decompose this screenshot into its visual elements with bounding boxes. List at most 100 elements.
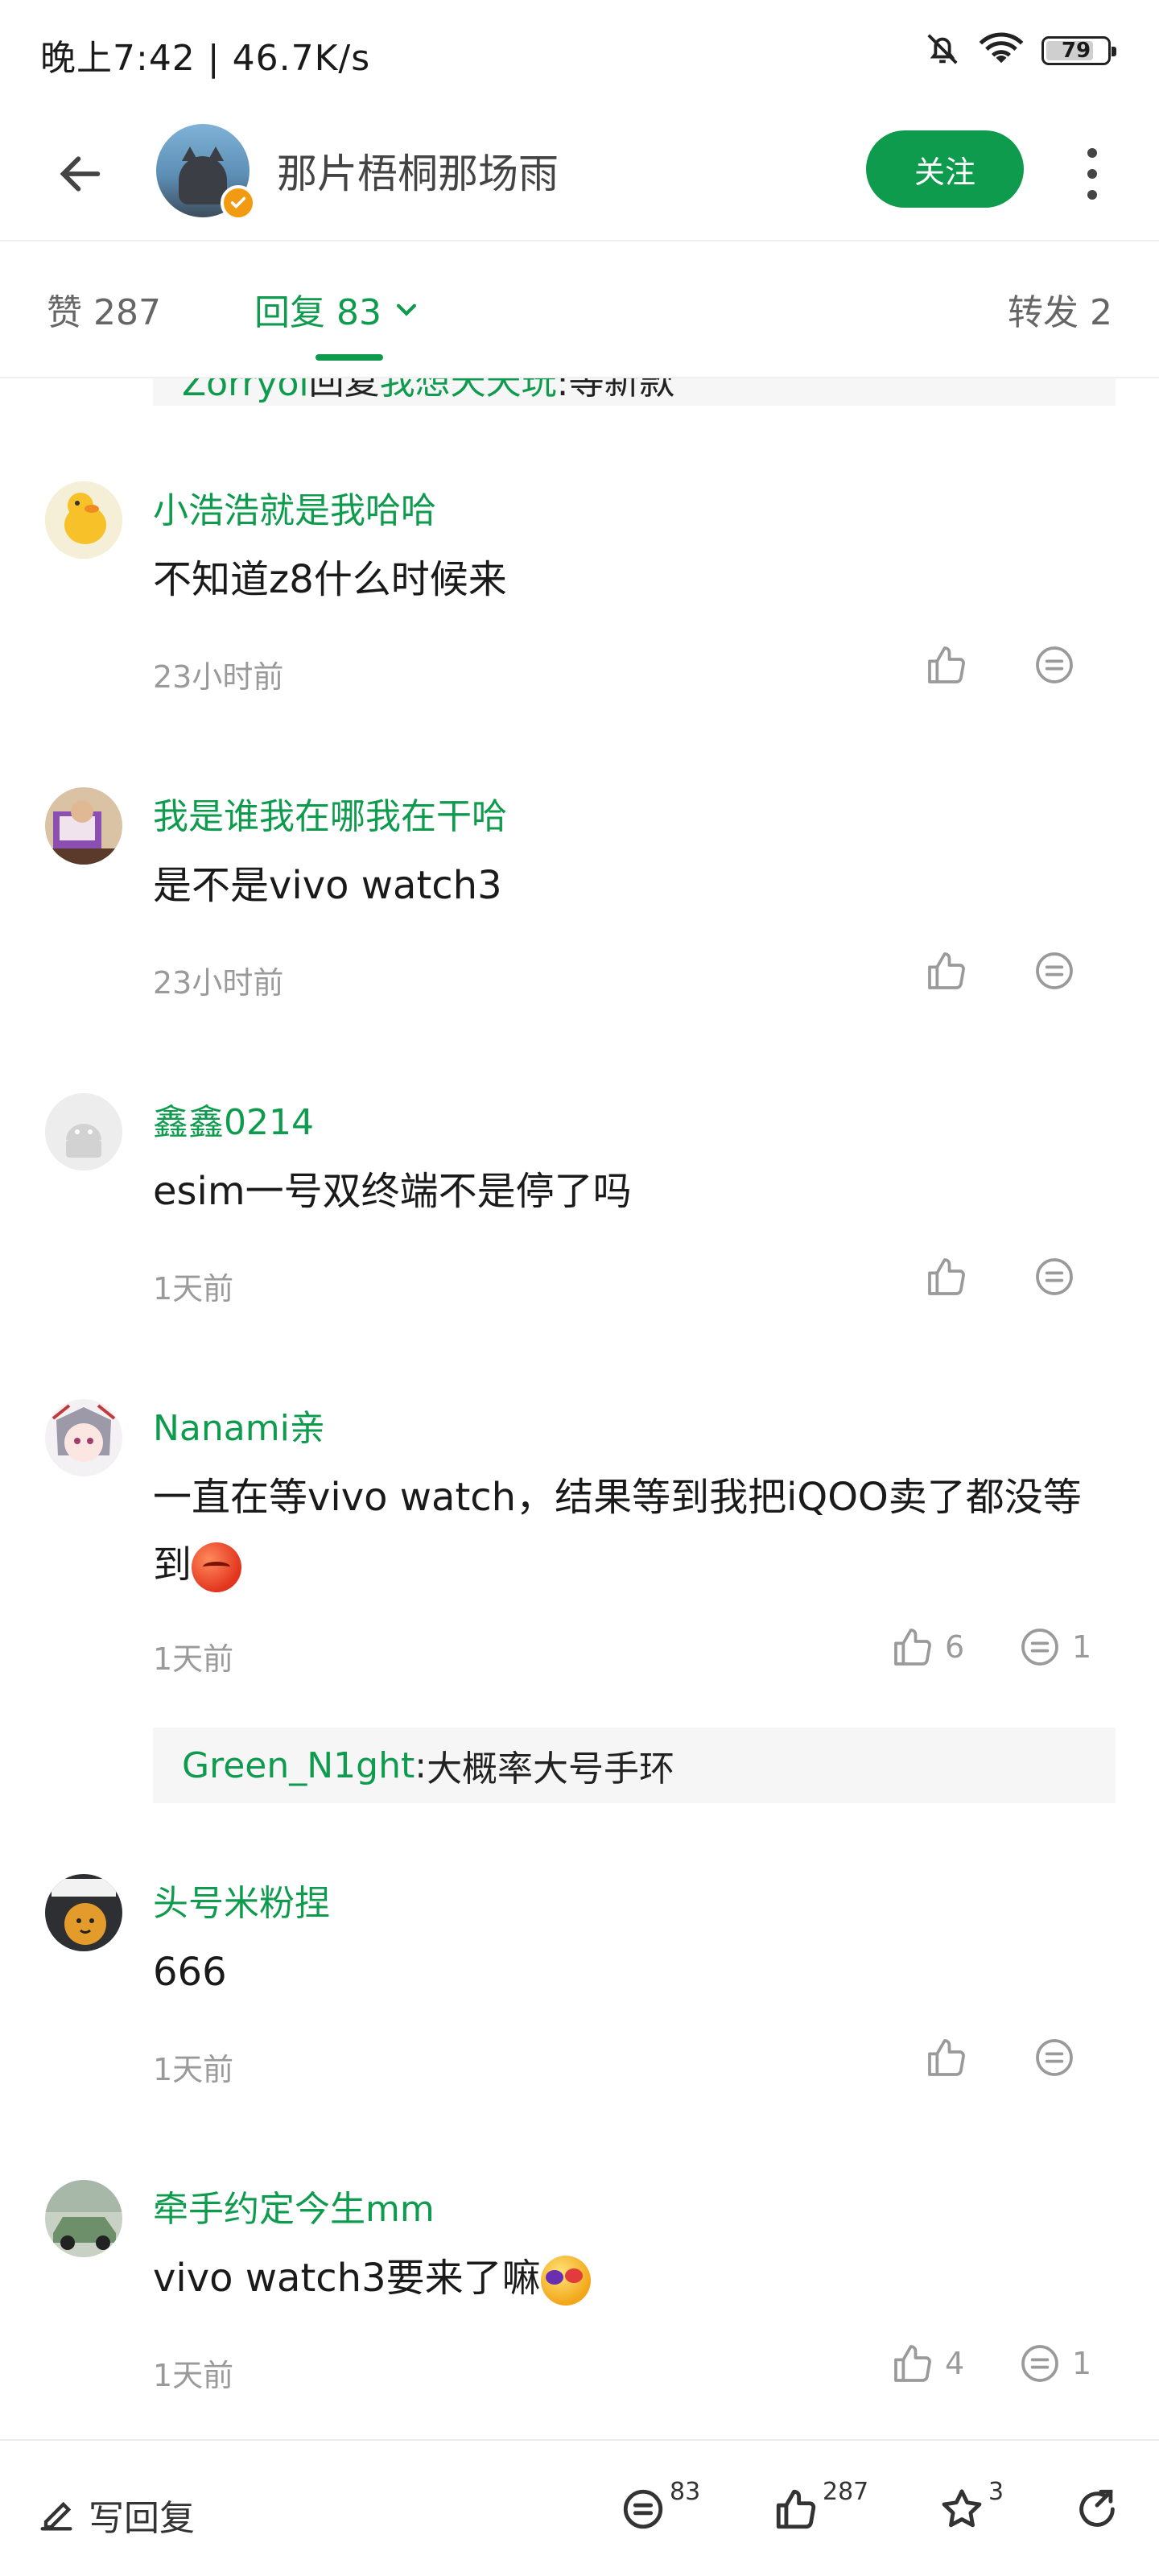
comments-button[interactable]: 83 <box>620 2478 700 2533</box>
avatar[interactable] <box>45 1093 122 1170</box>
follow-button[interactable]: 关注 <box>866 130 1024 208</box>
tab-forwards-label: 转发 2 <box>1008 292 1112 333</box>
back-arrow-icon <box>60 156 101 192</box>
like-button[interactable]: 4 <box>890 2341 964 2386</box>
like-button[interactable] <box>924 2035 969 2080</box>
like-post-button[interactable]: 287 <box>773 2478 868 2533</box>
comment-icon <box>1021 1629 1058 1666</box>
reply-target[interactable]: 我想天天玩 <box>380 378 557 404</box>
like-count: 287 <box>823 2478 869 2506</box>
like-count: 4 <box>945 2346 965 2381</box>
battery-icon: 79 <box>1041 36 1116 65</box>
comment-icon <box>1021 2345 1058 2382</box>
reply-sep: : <box>556 378 569 404</box>
comment-username[interactable]: 鑫鑫0214 <box>153 1093 314 1145</box>
nested-reply[interactable]: Green_N1ght : 大概率大号手环 <box>153 1728 1116 1803</box>
comment-username[interactable]: 小浩浩就是我哈哈 <box>153 481 436 533</box>
comment-time: 1天前 <box>153 1641 234 1677</box>
comment-text: 是不是vivo watch3 <box>153 863 502 908</box>
chevron-down-icon <box>396 303 417 316</box>
back-button[interactable] <box>48 142 113 206</box>
like-button[interactable] <box>924 1254 969 1299</box>
reply-button[interactable]: 1 <box>1017 2341 1091 2386</box>
comment-item: 鑫鑫0214 esim一号双终端不是停了吗 1天前 <box>0 1093 1159 1367</box>
status-icons: 79 <box>924 31 1116 71</box>
status-bar: 晚上7:42 | 46.7K/s 79 <box>0 0 1159 105</box>
write-reply-button[interactable]: 写回复 <box>35 2489 195 2541</box>
comment-text: 一直在等vivo watch，结果等到我把iQOO卖了都没等到 <box>153 1463 1119 1599</box>
comment-text: 不知道z8什么时候来 <box>153 557 507 602</box>
comment-time: 1天前 <box>153 2052 234 2087</box>
comment-icon <box>1036 1258 1073 1295</box>
reply-button[interactable] <box>1032 948 1077 993</box>
comment-time: 1天前 <box>153 1271 234 1307</box>
bell-off-icon <box>924 31 961 71</box>
post-header: 那片梧桐那场雨 关注 <box>0 105 1159 242</box>
star-count: 3 <box>988 2478 1004 2506</box>
like-button[interactable] <box>924 948 969 993</box>
avatar[interactable] <box>45 1874 122 1951</box>
reply-button[interactable] <box>1032 2035 1077 2080</box>
pencil-icon <box>40 2501 72 2531</box>
wifi-icon <box>979 31 1024 71</box>
like-button[interactable]: 6 <box>890 1624 964 1670</box>
avatar[interactable] <box>45 787 122 865</box>
tab-likes[interactable]: 赞 287 <box>47 283 161 335</box>
post-tabs: 赞 287 回复 83 转发 2 <box>0 242 1159 378</box>
reply-button[interactable]: 1 <box>1017 1624 1091 1670</box>
favorite-button[interactable]: 3 <box>938 2478 1004 2533</box>
avatar[interactable] <box>45 2180 122 2257</box>
tab-forwards[interactable]: 转发 2 <box>1008 283 1112 335</box>
comment-count: 83 <box>670 2478 701 2506</box>
reply-text: 大概率大号手环 <box>427 1748 675 1790</box>
comment-item: 头号米粉捏 666 1天前 <box>0 1874 1159 2148</box>
comment-time: 23小时前 <box>153 965 284 1001</box>
nested-reply-partial[interactable]: Zorryoi 回复 我想天天玩 : 等新款 <box>153 378 1116 406</box>
reply-button[interactable] <box>1032 1254 1077 1299</box>
reply-count: 1 <box>1072 1629 1092 1665</box>
comment-text-content: 一直在等vivo watch，结果等到我把iQOO卖了都没等到 <box>153 1475 1082 1587</box>
bottom-action-bar: 写回复 83 287 3 <box>0 2439 1159 2576</box>
comment-item: 小浩浩就是我哈哈 不知道z8什么时候来 23小时前 <box>0 481 1159 755</box>
tab-replies[interactable]: 回复 83 <box>254 283 420 335</box>
avatar[interactable] <box>45 481 122 559</box>
status-time: 晚上7:42 | 46.7K/s <box>40 38 371 79</box>
comment-item: 牵手约定今生mm vivo watch3要来了嘛 1天前 4 1 <box>0 2180 1159 2438</box>
comment-username[interactable]: 头号米粉捏 <box>153 1874 330 1926</box>
smirk-emoji-icon <box>192 1542 242 1592</box>
more-vertical-icon[interactable] <box>1072 134 1112 214</box>
comment-list[interactable]: Zorryoi 回复 我想天天玩 : 等新款 小浩浩就是我哈哈 不知道z8什么时… <box>0 378 1159 2439</box>
reply-button[interactable] <box>1032 642 1077 687</box>
thumb-up-icon <box>928 1258 965 1295</box>
reply-username[interactable]: Green_N1ght <box>182 1745 415 1786</box>
comment-text: esim一号双终端不是停了吗 <box>153 1169 632 1214</box>
avatar[interactable] <box>45 1399 122 1476</box>
comment-icon <box>1036 646 1073 683</box>
comment-username[interactable]: 牵手约定今生mm <box>153 2180 435 2231</box>
author-avatar[interactable] <box>156 124 256 221</box>
comment-username[interactable]: Nanami亲 <box>153 1399 325 1451</box>
reply-word: 回复 <box>308 378 380 402</box>
comment-icon <box>1036 952 1073 989</box>
reply-text: 等新款 <box>568 378 675 402</box>
thumb-up-icon <box>928 646 965 683</box>
tab-replies-label: 回复 83 <box>254 292 382 333</box>
thumb-up-icon <box>928 2039 965 2076</box>
comment-time: 23小时前 <box>153 659 284 695</box>
comment-item: 我是谁我在哪我在干哈 是不是vivo watch3 23小时前 <box>0 787 1159 1061</box>
tab-likes-label: 赞 287 <box>47 292 161 333</box>
comment-username[interactable]: 我是谁我在哪我在干哈 <box>153 787 507 839</box>
share-button[interactable] <box>1074 2486 1120 2533</box>
comment-text: 666 <box>153 1950 227 1995</box>
comment-icon <box>623 2489 663 2529</box>
reply-username[interactable]: Zorryoi <box>182 378 309 404</box>
reply-count: 1 <box>1072 2346 1092 2381</box>
comment-text-content: vivo watch3要来了嘛 <box>153 2256 541 2301</box>
comment-item: Nanami亲 一直在等vivo watch，结果等到我把iQOO卖了都没等到 … <box>0 1399 1159 1737</box>
like-button[interactable] <box>924 642 969 687</box>
thumb-up-icon <box>894 1629 931 1666</box>
thumb-up-icon <box>776 2489 816 2529</box>
share-icon <box>1079 2489 1115 2527</box>
author-name[interactable]: 那片梧桐那场雨 <box>277 142 559 200</box>
cool-emoji-icon <box>540 2256 591 2306</box>
